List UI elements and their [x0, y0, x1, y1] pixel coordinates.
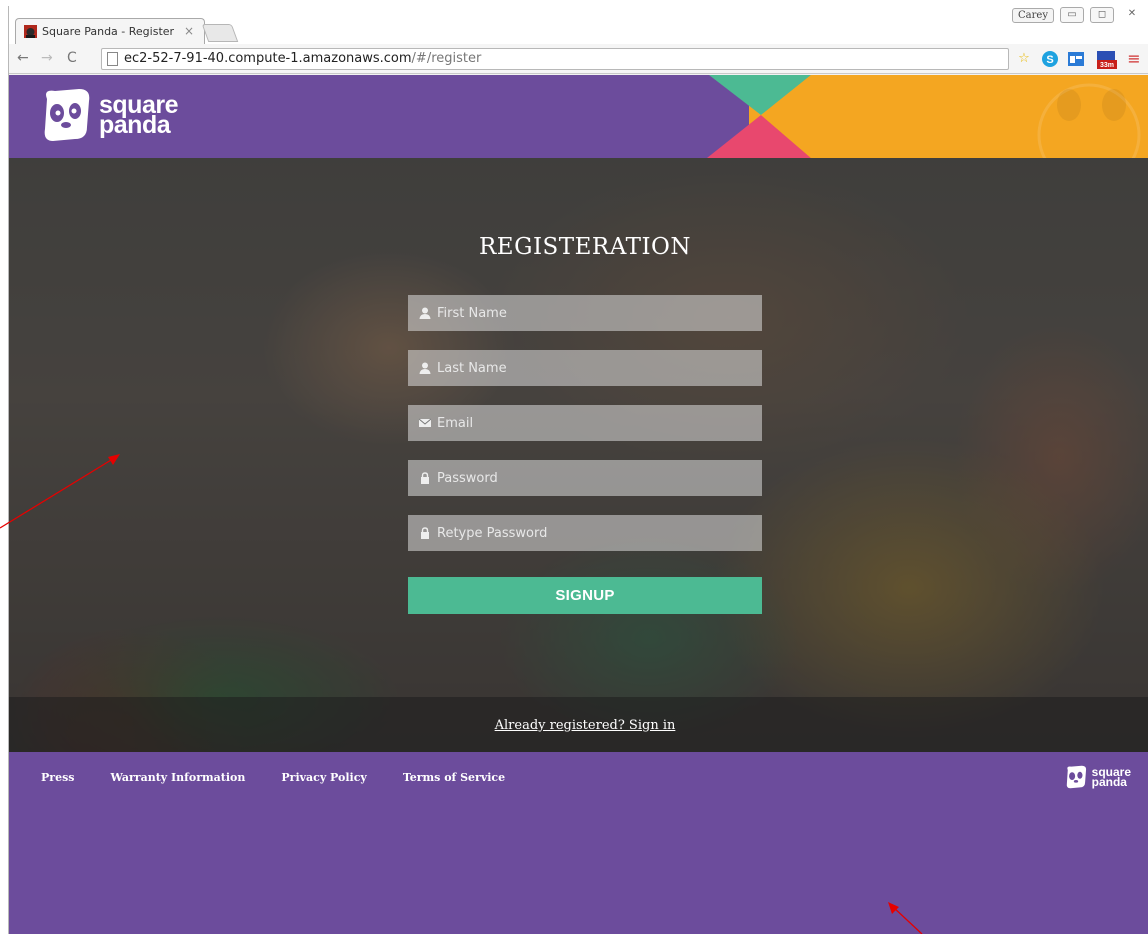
- annotation-arrows: [0, 454, 923, 934]
- annotation-arrow-bottom: [888, 902, 923, 934]
- annotation-arrow-left: [0, 454, 120, 529]
